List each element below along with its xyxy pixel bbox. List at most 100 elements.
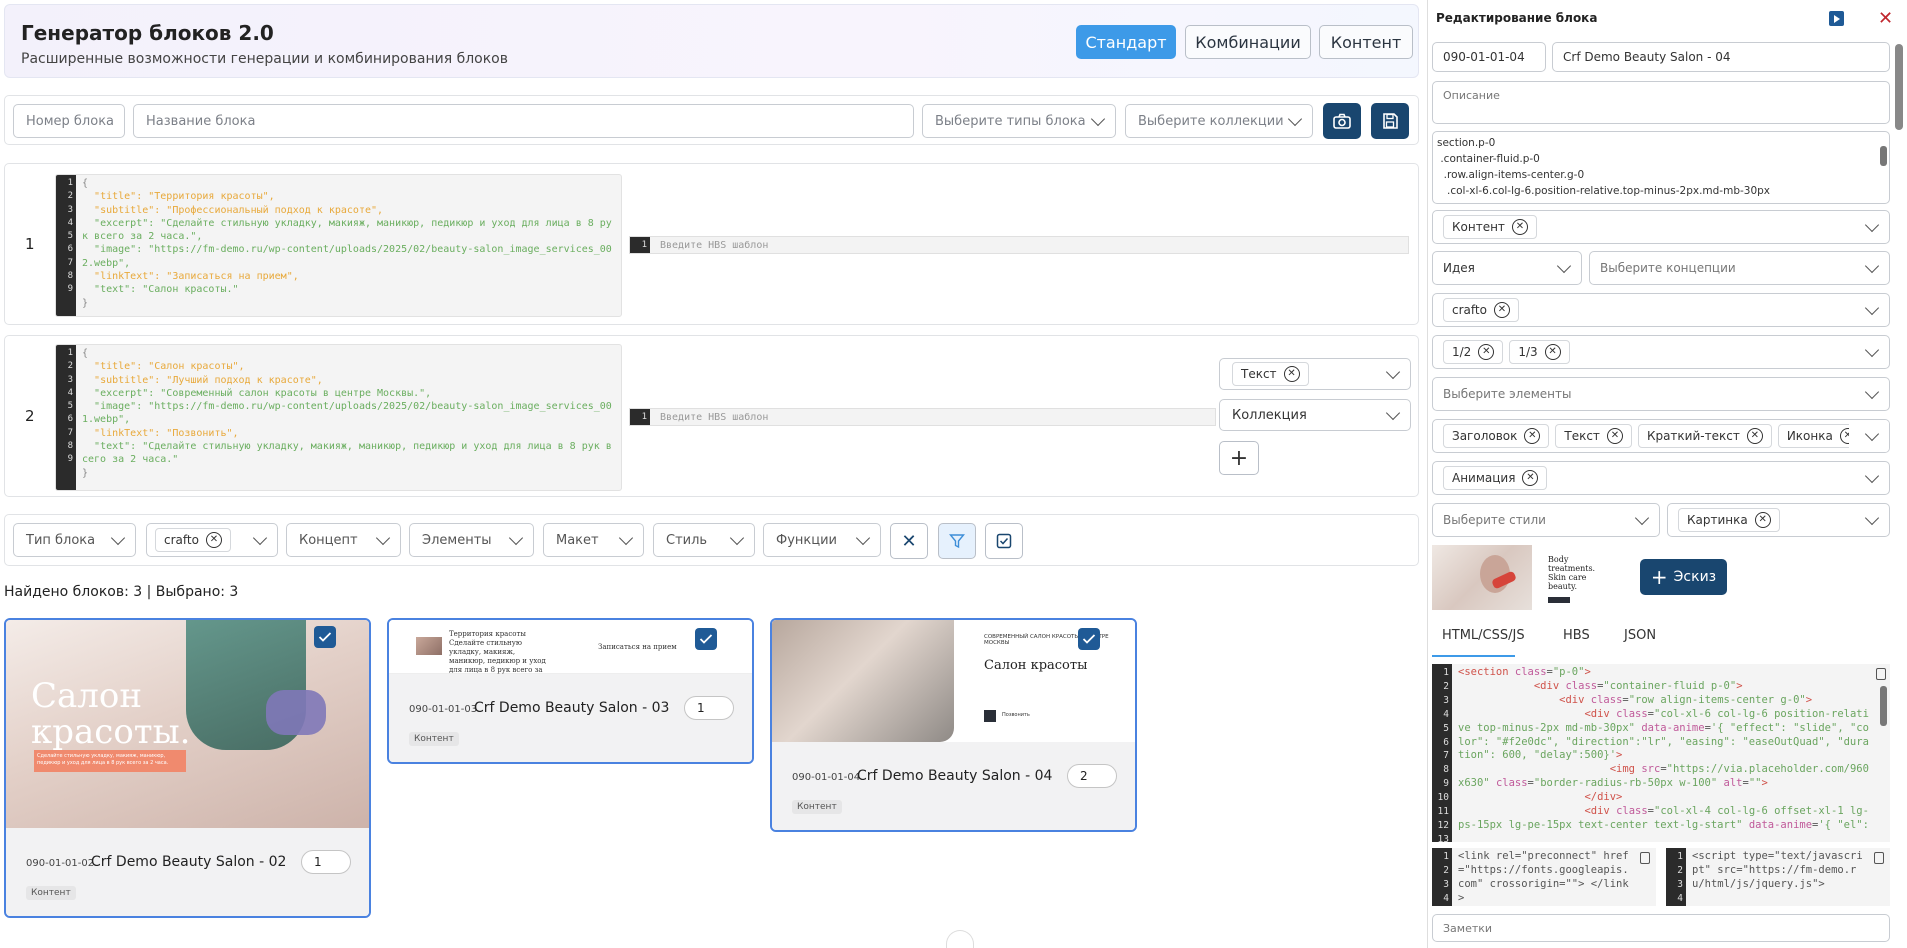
element-tags-select[interactable]: Заголовок ✕ Текст ✕ Краткий-текст ✕ Иконка ✕ (1432, 419, 1890, 453)
notes-input[interactable]: Заметки (1432, 914, 1890, 942)
block-name-input[interactable]: Crf Demo Beauty Salon - 04 (1552, 42, 1890, 72)
copy-icon[interactable] (1874, 852, 1884, 864)
select-checkbox[interactable] (1078, 628, 1100, 650)
image-type-select[interactable]: Картинка ✕ (1667, 503, 1890, 537)
filter-type[interactable]: Тип блока (13, 523, 136, 557)
card-tag: Контент (792, 800, 842, 814)
check-square-icon (996, 533, 1012, 549)
block-card-2[interactable]: Территория красоты Сделайте стильную укл… (387, 618, 754, 764)
size-tag: 1/3 ✕ (1509, 340, 1570, 364)
json-editor[interactable]: 123456789 { "title": "Территория красоты… (55, 174, 622, 317)
filter-concept[interactable]: Концепт (286, 523, 401, 557)
add-button[interactable]: + (1219, 441, 1259, 475)
remove-icon[interactable]: ✕ (1478, 344, 1495, 360)
card-quantity-select[interactable]: 2 (1067, 764, 1117, 788)
hbs-editor[interactable]: 1 Введите HBS шаблон (629, 236, 1409, 254)
description-input[interactable]: Описание (1432, 81, 1890, 124)
remove-icon[interactable]: ✕ (1606, 428, 1623, 444)
sketch-button[interactable]: + Эскиз (1640, 559, 1727, 595)
block-card-3[interactable]: СОВРЕМЕННЫЙ САЛОН КРАСОТЫ В ЦЕНТРЕ МОСКВ… (770, 618, 1137, 832)
hbs-editor[interactable]: 1 Введите HBS шаблон (629, 408, 1216, 426)
structure-textarea[interactable]: section.p-0 .container-fluid.p-0 .row.al… (1432, 131, 1890, 204)
styles-select[interactable]: Выберите стили (1432, 503, 1660, 537)
camera-button[interactable] (1323, 103, 1361, 139)
save-button[interactable] (1371, 103, 1409, 139)
json-editor[interactable]: 123456789 { "title": "Салон красоты", "s… (55, 344, 622, 491)
collections-label: Выберите коллекции (1138, 113, 1284, 129)
remove-icon[interactable]: ✕ (1524, 428, 1541, 444)
concepts-select[interactable]: Выберите концепции (1589, 251, 1890, 285)
animation-select[interactable]: Анимация ✕ (1432, 461, 1890, 495)
card-tag: Контент (26, 886, 76, 900)
chevron-down-icon (1385, 405, 1401, 421)
block-card-1[interactable]: Салон красоты. Сделайте стильную укладку… (4, 618, 371, 918)
camera-icon (1333, 113, 1351, 129)
remove-icon[interactable]: ✕ (1746, 428, 1763, 444)
filter-style[interactable]: Стиль (653, 523, 755, 557)
element-tag: Заголовок ✕ (1443, 424, 1550, 448)
card-name: Crf Demo Beauty Salon - 03 (474, 700, 670, 716)
apply-filter-button[interactable] (938, 523, 976, 559)
remove-icon[interactable]: ✕ (1522, 470, 1539, 486)
sketch-thumbnail-1[interactable] (1432, 545, 1532, 610)
idea-select[interactable]: Идея (1432, 251, 1582, 285)
select-checkbox[interactable] (314, 626, 336, 648)
remove-icon[interactable]: ✕ (1493, 302, 1510, 318)
filter-elements[interactable]: Элементы (409, 523, 534, 557)
panel-scrollbar[interactable] (1895, 44, 1903, 130)
card-quantity-select[interactable]: 1 (684, 696, 734, 720)
panel-title: Редактирование блока (1436, 11, 1598, 25)
scroll-up-button[interactable] (946, 930, 974, 948)
json-code: { "title": "Территория красоты", "subtit… (82, 178, 612, 309)
collections-select[interactable]: Выберите коллекции (1125, 104, 1313, 138)
clear-filters-button[interactable]: ✕ (890, 523, 928, 559)
chevron-down-icon (1556, 258, 1572, 274)
css-code-editor[interactable]: 1234 <link rel="preconnect" href="https:… (1432, 848, 1656, 906)
filter-functions[interactable]: Функции (763, 523, 881, 557)
content-type-select[interactable]: Контент ✕ (1432, 210, 1890, 244)
copy-icon[interactable] (1876, 668, 1886, 680)
card-id: 090-01-01-03 (409, 704, 478, 715)
js-code-editor[interactable]: 1234 <script type="text/javascript" src=… (1666, 848, 1890, 906)
json-code: { "title": "Салон красоты", "subtitle": … (82, 348, 612, 479)
type-select[interactable]: Текст ✕ (1219, 358, 1411, 390)
preview-button[interactable] (1829, 11, 1844, 26)
block-number-input[interactable]: Номер блока (13, 104, 125, 138)
remove-icon[interactable]: ✕ (1754, 512, 1771, 528)
scrollbar[interactable] (1880, 686, 1887, 726)
tab-hbs[interactable]: HBS (1563, 628, 1590, 643)
tab-html[interactable]: HTML/CSS/JS (1442, 628, 1525, 643)
remove-icon[interactable]: ✕ (1283, 366, 1300, 382)
filter-layout[interactable]: Макет (543, 523, 644, 557)
remove-icon[interactable]: ✕ (1511, 219, 1528, 235)
filter-crafto[interactable]: crafto ✕ (146, 523, 278, 557)
remove-icon[interactable]: ✕ (205, 532, 222, 548)
check-icon (699, 634, 713, 644)
select-checkbox[interactable] (695, 628, 717, 650)
scrollbar[interactable] (1880, 146, 1887, 166)
select-all-button[interactable] (985, 523, 1023, 559)
chevron-down-icon (110, 530, 126, 546)
remove-icon[interactable]: ✕ (1544, 344, 1561, 360)
block-id-input[interactable]: 090-01-01-04 (1432, 42, 1546, 72)
close-icon[interactable]: ✕ (1878, 8, 1893, 29)
block-types-select[interactable]: Выберите типы блока (922, 104, 1116, 138)
card-name: Crf Demo Beauty Salon - 02 (91, 854, 287, 870)
elements-select[interactable]: Выберите элементы (1432, 377, 1890, 411)
js-code: <script type="text/javascript" src="http… (1692, 850, 1863, 890)
block-row-1: 1 123456789 { "title": "Территория красо… (4, 163, 1419, 325)
sketch-thumbnail-2[interactable]: Body treatments. Skin care beauty. (1540, 545, 1610, 610)
tab-combinations[interactable]: Комбинации (1185, 25, 1311, 59)
card-id: 090-01-01-02 (26, 858, 95, 869)
tab-content[interactable]: Контент (1319, 25, 1413, 59)
copy-icon[interactable] (1640, 852, 1650, 864)
collection-select[interactable]: Коллекция (1219, 399, 1411, 431)
tab-json[interactable]: JSON (1624, 628, 1656, 643)
html-code-editor[interactable]: 1 2 3 4 5 6 7 8 9 10 11 12 13 <section class="p-0"> … (1432, 664, 1890, 842)
html-code: <section class="p-0"> <div class="contai… (1458, 666, 1869, 831)
size-select[interactable]: 1/2 ✕ 1/3 ✕ (1432, 335, 1890, 369)
block-name-input[interactable]: Название блока (133, 104, 914, 138)
card-quantity-select[interactable]: 1 (301, 850, 351, 874)
collection-select[interactable]: crafto ✕ (1432, 293, 1890, 327)
tab-standard[interactable]: Стандарт (1076, 25, 1176, 59)
